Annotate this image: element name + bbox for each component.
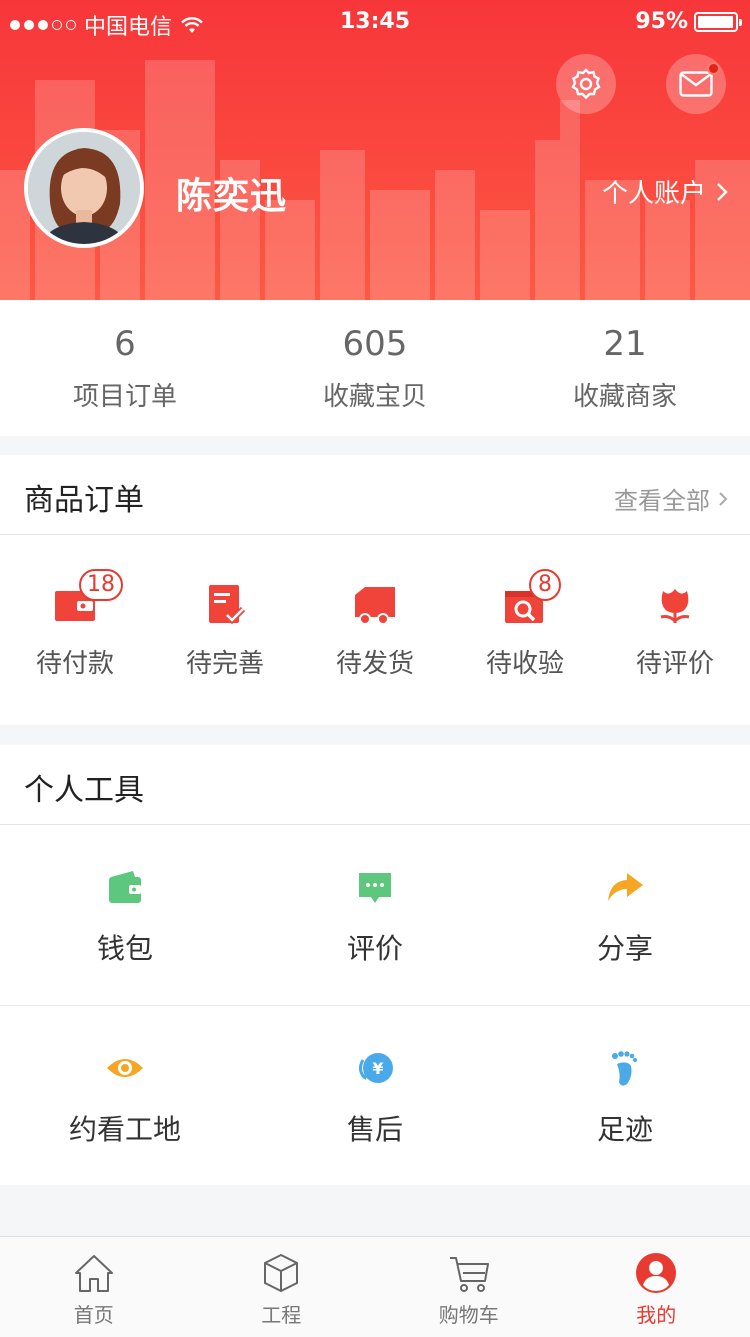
view-all-label: 查看全部 <box>614 487 710 515</box>
home-icon <box>74 1255 113 1292</box>
avatar[interactable] <box>24 128 144 248</box>
avatar-photo <box>28 132 140 244</box>
user-icon <box>636 1253 677 1293</box>
order-pending-review[interactable]: 待评价 <box>600 535 750 725</box>
chat-bubble-icon <box>359 873 391 903</box>
order-label: 待收验 <box>485 649 564 679</box>
tab-home[interactable]: 首页 <box>0 1237 188 1337</box>
battery-icon <box>694 11 742 32</box>
truck-icon <box>355 587 395 625</box>
stat-project-orders[interactable]: 6 项目订单 <box>0 300 250 436</box>
order-label: 待完善 <box>185 649 264 679</box>
stats-bar: 6 项目订单 605 收藏宝贝 21 收藏商家 <box>0 300 750 436</box>
tool-wallet[interactable]: 钱包 <box>0 825 250 1005</box>
tool-label: 约看工地 <box>68 1113 181 1146</box>
stat-value: 605 <box>342 324 408 364</box>
product-orders-section: 商品订单 查看全部 18 待付款 待完善 待发货 8 待收验 待评价 <box>0 455 750 725</box>
section-title: 个人工具 <box>24 773 144 808</box>
tool-site-visit[interactable]: 约看工地 <box>0 1006 250 1186</box>
personal-tools-section: 个人工具 钱包 评价 分享 约看工地 ¥ 售后 足迹 <box>0 745 750 1185</box>
tool-label: 足迹 <box>596 1113 653 1146</box>
profile-header: 中国电信 13:45 95% 陈奕迅 个人账户 <box>0 0 750 300</box>
stat-favorite-items[interactable]: 605 收藏宝贝 <box>250 300 500 436</box>
order-count-badge: 18 <box>79 569 123 601</box>
cart-icon <box>449 1257 489 1292</box>
stat-label: 收藏商家 <box>572 382 677 412</box>
tool-label: 售后 <box>346 1113 403 1146</box>
document-check-icon <box>209 585 246 625</box>
flower-icon <box>660 589 690 624</box>
yuan-refund-icon: ¥ <box>358 1053 393 1083</box>
settings-button[interactable] <box>556 54 616 114</box>
tab-label: 我的 <box>636 1303 677 1327</box>
messages-button[interactable] <box>666 54 726 114</box>
tool-share[interactable]: 分享 <box>500 825 750 1005</box>
wallet-icon <box>109 871 141 903</box>
tool-label: 评价 <box>346 932 403 965</box>
order-pending-inspection[interactable]: 8 待收验 <box>450 535 600 725</box>
tab-cart[interactable]: 购物车 <box>375 1237 563 1337</box>
tab-label: 首页 <box>73 1303 114 1327</box>
gear-icon <box>571 68 601 100</box>
stat-favorite-shops[interactable]: 21 收藏商家 <box>500 300 750 436</box>
order-incomplete[interactable]: 待完善 <box>150 535 300 725</box>
section-title: 商品订单 <box>24 483 144 518</box>
stat-value: 21 <box>603 324 647 364</box>
tab-projects[interactable]: 工程 <box>188 1237 376 1337</box>
order-label: 待发货 <box>335 649 414 679</box>
chevron-right-icon <box>717 182 728 201</box>
cube-icon <box>264 1254 299 1292</box>
tool-label: 分享 <box>596 932 653 965</box>
tab-me[interactable]: 我的 <box>563 1237 750 1337</box>
unread-dot <box>707 62 720 75</box>
eye-icon <box>107 1059 143 1077</box>
stat-label: 项目订单 <box>72 382 177 412</box>
tab-label: 购物车 <box>438 1303 499 1327</box>
bottom-tab-bar: 首页 工程 购物车 我的 <box>0 1236 750 1337</box>
tool-footprints[interactable]: 足迹 <box>500 1006 750 1186</box>
section-header: 个人工具 <box>0 745 750 825</box>
view-all-link[interactable]: 查看全部 <box>614 481 728 516</box>
tab-label: 工程 <box>261 1303 302 1327</box>
battery-status: 95% <box>635 9 742 34</box>
order-label: 待付款 <box>35 649 114 679</box>
order-count-badge: 8 <box>529 569 561 601</box>
share-arrow-icon <box>608 873 643 901</box>
tool-after-sales[interactable]: ¥ 售后 <box>250 1006 500 1186</box>
mail-icon <box>679 71 713 97</box>
battery-percent: 95% <box>635 9 688 34</box>
personal-account-link[interactable]: 个人账户 <box>602 173 728 210</box>
section-header: 商品订单 查看全部 <box>0 455 750 535</box>
tool-label: 钱包 <box>96 932 153 965</box>
footprint-icon <box>612 1051 637 1086</box>
svg-text:¥: ¥ <box>372 1059 383 1078</box>
status-bar: 中国电信 13:45 95% <box>0 0 750 44</box>
tool-review[interactable]: 评价 <box>250 825 500 1005</box>
stat-value: 6 <box>114 324 136 364</box>
username: 陈奕迅 <box>176 176 288 217</box>
order-pending-shipment[interactable]: 待发货 <box>300 535 450 725</box>
stat-label: 收藏宝贝 <box>322 382 427 412</box>
order-pending-payment[interactable]: 18 待付款 <box>0 535 150 725</box>
personal-account-label: 个人账户 <box>601 179 706 209</box>
order-label: 待评价 <box>635 649 714 679</box>
chevron-right-icon <box>719 491 728 506</box>
